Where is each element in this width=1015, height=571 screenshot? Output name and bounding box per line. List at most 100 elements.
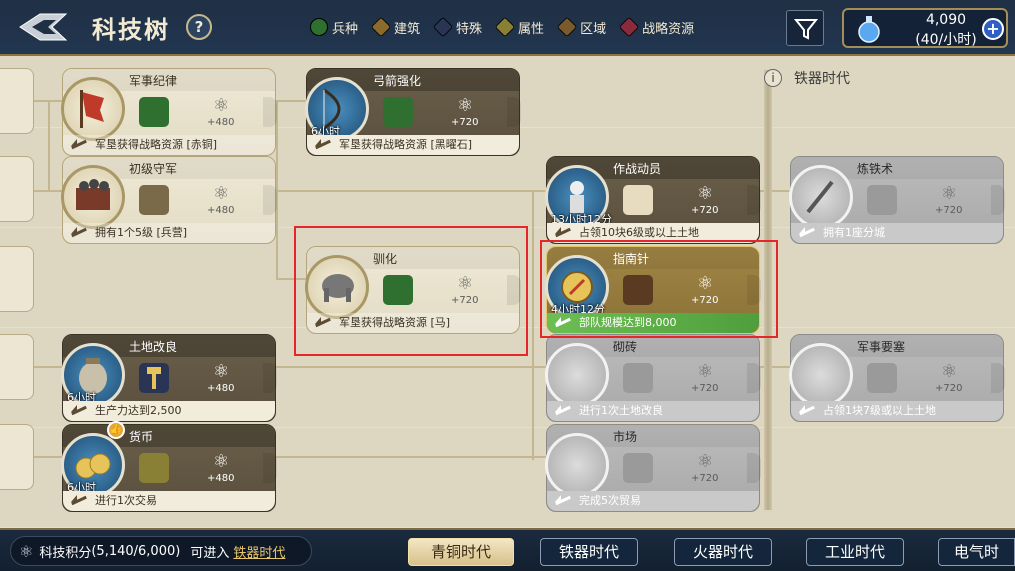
tech-card-land-improvement[interactable]: 土地改良 6小时 ⚛ +480 生产力达到2,500 xyxy=(61,334,277,422)
tab-electric-age[interactable]: 电气时 xyxy=(938,538,1015,566)
requirement-arrow-icon xyxy=(71,139,89,151)
connector-line xyxy=(276,190,546,192)
offscreen-card[interactable] xyxy=(0,68,34,134)
legend-label: 特殊 xyxy=(456,21,483,37)
legend-item-special: 特殊 xyxy=(432,16,483,38)
atom-icon: ⚛ xyxy=(19,541,34,561)
requirement-arrow-icon xyxy=(71,405,89,417)
unit-category-icon xyxy=(310,18,328,36)
banner-icon xyxy=(61,77,125,141)
info-icon[interactable]: i xyxy=(764,69,782,87)
score-label: 科技积分 xyxy=(39,545,92,561)
atom-icon: ⚛ xyxy=(213,451,230,472)
tab-industrial-age[interactable]: 工业时代 xyxy=(806,538,904,566)
tech-points: +480 xyxy=(207,383,235,394)
tech-requirement: 拥有1座分城 xyxy=(823,226,885,239)
card-arrow xyxy=(991,363,1005,393)
highlight-frame xyxy=(540,240,778,338)
filter-icon xyxy=(793,19,819,40)
requirement-arrow-icon xyxy=(555,227,573,239)
category-legend: 兵种 建筑 特殊 属性 区域 战略资源 xyxy=(310,13,770,41)
tech-card-iron-smelting[interactable]: 炼铁术 ⚛ +720 拥有1座分城 xyxy=(789,156,1005,244)
tech-points: +720 xyxy=(691,383,719,394)
tech-requirement: 进行1次土地改良 xyxy=(579,404,663,417)
tech-points: +480 xyxy=(207,473,235,484)
tech-card-war-mobilization[interactable]: 作战动员 13小时12分 ⚛ +720 占领10块6级或以上土地 xyxy=(545,156,761,244)
resource-rate: (40/小时) xyxy=(915,32,977,48)
add-resource-button[interactable]: + xyxy=(982,18,1004,40)
tech-name: 炼铁术 xyxy=(857,162,894,176)
warrior-icon xyxy=(139,185,169,215)
crate-icon xyxy=(623,185,653,215)
tab-iron-age[interactable]: 铁器时代 xyxy=(540,538,638,566)
building-category-icon xyxy=(370,16,392,38)
legend-label: 属性 xyxy=(518,21,545,37)
hammer-icon xyxy=(139,363,169,393)
tech-card-military-discipline[interactable]: 军事纪律 ⚛ +480 军垦获得战略资源 [赤铜] xyxy=(61,68,277,156)
tech-score-box: ⚛ 科技积分 (5,140/6,000) 可进入 铁器时代 xyxy=(10,536,312,566)
tech-requirement: 进行1次交易 xyxy=(95,494,157,507)
atom-icon: ⚛ xyxy=(457,95,474,116)
tech-points: +720 xyxy=(691,205,719,216)
unlock-text: 可进入 xyxy=(190,545,230,561)
resource-value: 4,090 xyxy=(925,12,967,28)
offscreen-card[interactable] xyxy=(0,156,34,222)
tech-name: 砌砖 xyxy=(613,340,638,354)
tech-card-archery-enhance[interactable]: 弓箭强化 6小时 ⚛ +720 军垦获得战略资源 [黑曜石] xyxy=(305,68,521,156)
connector-line xyxy=(48,100,50,192)
tech-requirement: 军垦获得战略资源 [黑曜石] xyxy=(339,138,473,151)
helmet-icon xyxy=(139,97,169,127)
tab-bronze-age[interactable]: 青铜时代 xyxy=(408,538,514,566)
unlock-era-link[interactable]: 铁器时代 xyxy=(233,542,285,561)
tech-card-bricklaying[interactable]: 砌砖 ⚛ +720 进行1次土地改良 xyxy=(545,334,761,422)
potion-icon xyxy=(858,16,880,43)
card-arrow xyxy=(747,453,761,483)
legend-item-building: 建筑 xyxy=(370,16,420,38)
connector-line xyxy=(532,190,534,460)
offscreen-card[interactable] xyxy=(0,424,34,490)
soldiers-icon xyxy=(61,165,125,229)
archer-icon xyxy=(383,97,413,127)
filter-button[interactable] xyxy=(786,10,824,46)
fortress-icon xyxy=(789,343,853,407)
atom-icon: ⚛ xyxy=(697,183,714,204)
legend-item-strategic: 战略资源 xyxy=(618,16,694,38)
tech-card-currency[interactable]: 货币 👍 6小时 ⚛ +480 进行1次交易 xyxy=(61,421,277,512)
tech-card-basic-garrison[interactable]: 初级守军 ⚛ +480 拥有1个5级 [兵营] xyxy=(61,156,277,244)
tech-points: +480 xyxy=(207,205,235,216)
requirement-arrow-icon xyxy=(799,405,817,417)
tech-card-military-fortress[interactable]: 军事要塞 ⚛ +720 占领1块7级或以上土地 xyxy=(789,334,1005,422)
card-arrow xyxy=(263,453,277,483)
connector-line xyxy=(34,366,62,368)
building-icon xyxy=(623,453,653,483)
tech-requirement: 占领10块6级或以上土地 xyxy=(579,226,699,239)
anvil-icon xyxy=(867,185,897,215)
atom-icon: ⚛ xyxy=(697,361,714,382)
building-icon xyxy=(623,363,653,393)
tech-card-market[interactable]: 市场 ⚛ +720 完成5次贸易 xyxy=(545,424,761,512)
trowel-icon xyxy=(545,343,609,407)
card-arrow xyxy=(263,97,277,127)
atom-icon: ⚛ xyxy=(213,183,230,204)
special-category-icon xyxy=(432,16,454,38)
card-arrow xyxy=(747,363,761,393)
tab-firearms-age[interactable]: 火器时代 xyxy=(674,538,772,566)
tech-name: 作战动员 xyxy=(613,162,662,176)
card-arrow xyxy=(263,185,277,215)
back-button[interactable] xyxy=(16,10,70,44)
tech-name: 土地改良 xyxy=(129,340,178,354)
building-icon xyxy=(867,363,897,393)
connector-line xyxy=(34,456,62,458)
help-button[interactable]: ? xyxy=(186,14,212,40)
tech-points: +720 xyxy=(935,205,963,216)
tech-requirement: 生产力达到2,500 xyxy=(95,404,182,417)
offscreen-card[interactable] xyxy=(0,246,34,312)
tech-name: 弓箭强化 xyxy=(373,74,422,88)
offscreen-card[interactable] xyxy=(0,334,34,400)
legend-label: 区域 xyxy=(580,21,607,37)
tech-tree-canvas[interactable]: i 铁器时代 军事纪律 ⚛ +480 军垦获得战略资源 [赤铜] 初级守军 ⚛ … xyxy=(0,56,1015,528)
legend-item-attribute: 属性 xyxy=(494,16,545,38)
cart-icon xyxy=(545,433,609,497)
tech-points: +720 xyxy=(935,383,963,394)
atom-icon: ⚛ xyxy=(941,183,958,204)
